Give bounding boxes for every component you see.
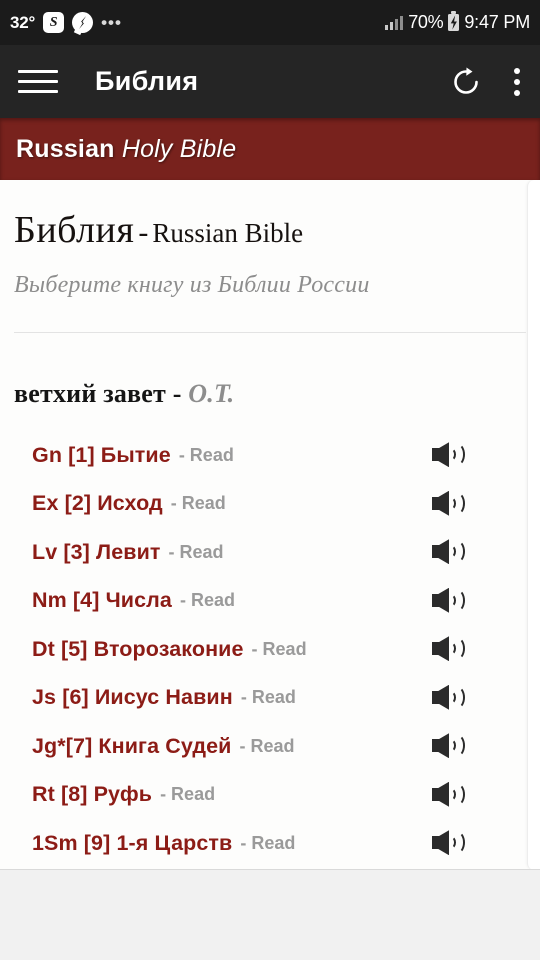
testament-heading: ветхий завет - O.T. xyxy=(14,379,526,409)
book-read-label: - Read xyxy=(160,784,216,805)
book-read-label: - Read xyxy=(240,832,296,853)
clock-label: 9:47 PM xyxy=(464,12,530,32)
book-row[interactable]: 1Sm [9] 1-я Царств - Read xyxy=(14,819,526,868)
speaker-icon[interactable] xyxy=(432,683,466,713)
messenger-icon xyxy=(72,12,94,33)
speaker-icon[interactable] xyxy=(432,780,466,810)
book-row[interactable]: Dt [5] Второзаконие - Read xyxy=(14,625,526,674)
book-link[interactable]: Dt [5] Второзаконие xyxy=(32,637,244,662)
bible-heading: Библия - Russian Bible xyxy=(14,180,526,252)
book-row[interactable]: Js [6] Иисус Навин - Read xyxy=(14,674,526,723)
banner-subtitle: Holy Bible xyxy=(121,134,237,163)
book-read-label: - Read xyxy=(251,638,307,659)
book-link[interactable]: Lv [3] Левит xyxy=(32,540,161,565)
battery-percent-label: 70% xyxy=(408,12,444,32)
book-link[interactable]: 1Sm [9] 1-я Царств xyxy=(32,831,232,856)
book-read-label: - Read xyxy=(168,541,224,562)
status-bar: 32° S ••• 70% 9:47 PM xyxy=(0,0,540,45)
speaker-icon[interactable] xyxy=(432,731,466,761)
book-read-label: - Read xyxy=(240,687,296,708)
status-bar-left: 32° S ••• xyxy=(10,12,122,33)
book-link[interactable]: Js [6] Иисус Навин xyxy=(32,685,233,710)
speaker-icon[interactable] xyxy=(432,634,466,664)
banner-text: Russian Holy Bible xyxy=(16,135,236,164)
kebab-menu-icon[interactable] xyxy=(506,64,522,100)
weather-temperature: 32° xyxy=(10,12,36,32)
book-row[interactable]: Gn [1] Бытие - Read xyxy=(14,431,526,480)
book-link[interactable]: Jg*[7] Книга Судей xyxy=(32,734,232,759)
instruction-text: Выберите книгу из Библии России xyxy=(14,272,370,298)
book-read-label: - Read xyxy=(178,444,234,465)
speaker-icon[interactable] xyxy=(432,537,466,567)
signal-icon xyxy=(384,15,404,30)
book-row[interactable]: Rt [8] Руфь - Read xyxy=(14,771,526,820)
bible-heading-sub: Russian Bible xyxy=(152,218,304,248)
status-bar-right: 70% 9:47 PM xyxy=(384,11,530,33)
book-list: Gn [1] Бытие - Read Ex [2] Исход - Read Lv [… xyxy=(14,431,526,868)
book-link[interactable]: Rt [8] Руфь xyxy=(32,782,152,807)
book-row[interactable]: Nm [4] Числа - Read xyxy=(14,577,526,626)
book-row[interactable]: Ex [2] Исход - Read xyxy=(14,480,526,529)
speaker-icon[interactable] xyxy=(432,828,466,858)
more-notifications-icon: ••• xyxy=(101,12,122,32)
banner-language: Russian xyxy=(16,134,115,163)
refresh-icon[interactable] xyxy=(450,66,482,98)
book-link[interactable]: Ex [2] Исход xyxy=(32,491,163,516)
section-divider xyxy=(14,332,526,333)
testament-heading-label: ветхий завет - xyxy=(14,379,189,408)
book-link[interactable]: Nm [4] Числа xyxy=(32,588,172,613)
book-row[interactable]: Jg*[7] Книга Судей - Read xyxy=(14,722,526,771)
book-link[interactable]: Gn [1] Бытие xyxy=(32,443,171,468)
content-card: Библия - Russian Bible Выберите книгу из… xyxy=(0,180,540,870)
app-bar: Библия xyxy=(0,45,540,118)
bible-heading-dash: - xyxy=(138,216,149,249)
bottom-area xyxy=(0,870,540,960)
bible-version-banner: Russian Holy Bible xyxy=(0,118,540,180)
speaker-icon[interactable] xyxy=(432,586,466,616)
bible-heading-main: Библия xyxy=(14,209,135,251)
book-read-label: - Read xyxy=(170,493,226,514)
speaker-icon[interactable] xyxy=(432,440,466,470)
speaker-icon[interactable] xyxy=(432,489,466,519)
hamburger-menu-icon[interactable] xyxy=(18,67,58,97)
book-read-label: - Read xyxy=(179,590,235,611)
app-bar-actions xyxy=(450,64,522,100)
book-row[interactable]: Lv [3] Левит - Read xyxy=(14,528,526,577)
skype-icon: S xyxy=(43,12,65,33)
book-read-label: - Read xyxy=(239,735,295,756)
page-title: Библия xyxy=(95,66,199,96)
battery-charging-icon xyxy=(448,11,460,31)
testament-heading-abbrev: O.T. xyxy=(188,379,235,408)
content-area: Библия - Russian Bible Выберите книгу из… xyxy=(0,180,540,868)
